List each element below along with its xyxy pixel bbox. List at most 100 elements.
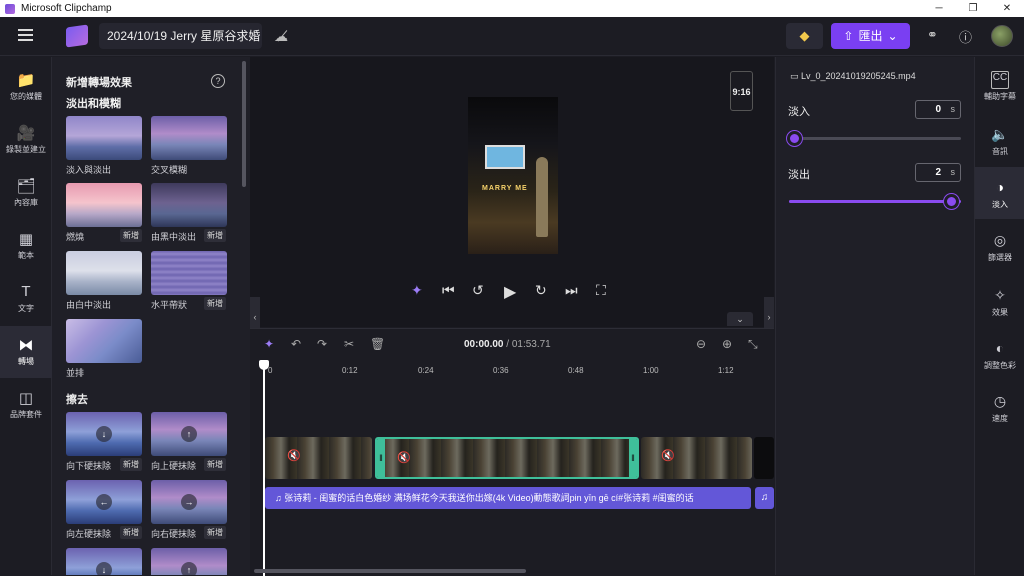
rail-item-templates[interactable]: ▦ 範本	[0, 220, 52, 272]
aspect-ratio-button[interactable]: 9:16	[730, 71, 753, 111]
rail-item-effects[interactable]: ✧ 效果	[975, 275, 1024, 327]
gem-icon: ◆	[799, 28, 810, 43]
panel-scrollbar[interactable]	[242, 61, 246, 187]
rail-label: 文字	[18, 304, 34, 313]
video-preview: ‹ › MARRY ME 9:16 ✦ ⏮ ↺ ▶ ↻ ⏭ ⛶ ⌄	[250, 57, 774, 337]
new-badge: 新增	[120, 526, 142, 539]
cloud-off-icon[interactable]: ☁̸	[274, 28, 288, 45]
rail-label: 內容庫	[14, 198, 38, 207]
rail-item-audio[interactable]: 🔈 音訊	[975, 114, 1024, 166]
filters-icon: ◎	[993, 232, 1007, 248]
zoom-in-icon[interactable]: ⊕	[722, 337, 732, 351]
panel-title: 新增轉場效果	[66, 77, 132, 89]
properties-panel: ▭ Lv_0_20241019205245.mp4 淡入 0 s 淡出 2 s	[775, 57, 974, 575]
transition-label: 淡入與淡出	[66, 165, 112, 175]
help-icon[interactable]: ⓘ	[959, 27, 972, 46]
rail-item-speed[interactable]: ◷ 速度	[975, 381, 1024, 433]
fullscreen-icon[interactable]: ⛶	[596, 282, 606, 299]
transition-tile[interactable]	[66, 251, 142, 295]
rail-label: 篩選器	[988, 253, 1012, 262]
transition-label: 向下硬抹除	[66, 461, 112, 471]
video-clip[interactable]: 🔇	[265, 437, 372, 479]
menu-icon[interactable]	[18, 29, 33, 41]
timeline-scrollbar[interactable]	[254, 569, 526, 573]
avatar[interactable]	[991, 25, 1013, 47]
zoom-out-icon[interactable]: ⊖	[696, 337, 706, 351]
time-ruler[interactable]: 0 0:12 0:24 0:36 0:48 1:00 1:12	[250, 362, 774, 378]
share-icon[interactable]: ⚭	[927, 27, 938, 43]
tick-label: 0:24	[418, 366, 434, 375]
delete-icon[interactable]: 🗑	[370, 337, 385, 351]
rail-item-color[interactable]: ◐ 調整色彩	[975, 328, 1024, 380]
rail-item-fade[interactable]: ◑ 淡入	[975, 167, 1024, 219]
transition-tile[interactable]: ↓	[66, 412, 142, 456]
forward-5-icon[interactable]: ↻	[535, 282, 547, 299]
templates-icon: ▦	[18, 231, 34, 248]
fade-out-slider[interactable]	[789, 194, 961, 209]
rail-item-captions[interactable]: CC 輔助字幕	[975, 59, 1024, 111]
project-title-input[interactable]: 2024/10/19 Jerry 星原谷求婚	[99, 23, 262, 49]
undo-icon[interactable]: ↶	[291, 337, 301, 351]
rail-label: 速度	[992, 414, 1008, 423]
help-icon[interactable]: ?	[211, 74, 225, 88]
transition-tile[interactable]	[151, 251, 227, 295]
trim-handle-right[interactable]: ‖	[629, 439, 637, 477]
video-clip[interactable]: 🔇	[641, 437, 752, 479]
app-icon	[5, 3, 15, 14]
transition-tile[interactable]: →	[151, 480, 227, 524]
video-screen-image	[485, 145, 525, 169]
audio-title: 张诗莉 - 闺蜜的话白色婚纱 满场鲜花今天我送你出嫁(4k Video)動態歌詞…	[284, 493, 694, 503]
rewind-5-icon[interactable]: ↺	[472, 282, 484, 299]
transition-tile[interactable]	[66, 319, 142, 363]
fade-in-input[interactable]: 0 s	[915, 100, 961, 119]
rail-item-record[interactable]: 🎥 錄製並建立	[0, 114, 52, 166]
app-header: 2024/10/19 Jerry 星原谷求婚 ☁̸ ◆ ⇧ 匯出 ⌄ ⚭ ⓘ	[0, 17, 1024, 56]
maximize-button[interactable]: ❐	[956, 3, 990, 14]
rail-item-text[interactable]: T 文字	[0, 273, 52, 325]
minimize-button[interactable]: ─	[922, 3, 956, 14]
cut-icon[interactable]: ✂	[344, 337, 354, 351]
video-clip-selected[interactable]: ‖ 🔇 ‖	[375, 437, 639, 479]
fade-out-slider-knob[interactable]	[944, 194, 959, 209]
fade-in-slider-knob[interactable]	[787, 131, 802, 146]
transition-tile[interactable]: ←	[66, 480, 142, 524]
skip-back-icon[interactable]: ⏮	[442, 282, 455, 299]
close-button[interactable]: ✕	[990, 3, 1024, 14]
rail-item-filters[interactable]: ◎ 篩選器	[975, 220, 1024, 272]
magic-camera-icon[interactable]: ✦	[411, 282, 423, 299]
trim-handle-left[interactable]: ‖	[377, 439, 385, 477]
timecode: 00:00.00 / 01:53.71	[464, 339, 551, 350]
skip-forward-icon[interactable]: ⏭	[565, 282, 578, 299]
fit-timeline-icon[interactable]: ⤡	[748, 337, 758, 352]
transition-tile[interactable]	[66, 116, 142, 160]
rail-item-your-media[interactable]: 📁 您的媒體	[0, 61, 52, 113]
transition-tile[interactable]: ↑	[151, 412, 227, 456]
magic-icon[interactable]: ✦	[264, 337, 274, 351]
audio-track[interactable]: ♫	[755, 487, 774, 509]
window-title: Microsoft Clipchamp	[21, 3, 112, 14]
transition-tile[interactable]	[151, 183, 227, 227]
transition-tile[interactable]	[151, 116, 227, 160]
video-clip[interactable]	[754, 437, 774, 479]
audio-track[interactable]: ♫ 张诗莉 - 闺蜜的话白色婚纱 满场鲜花今天我送你出嫁(4k Video)動態…	[265, 487, 751, 509]
rail-item-transitions[interactable]: ⧓ 轉場	[0, 326, 52, 378]
video-frame[interactable]: MARRY ME	[468, 97, 558, 254]
library-icon: 🗂	[16, 178, 36, 195]
chevron-down-icon[interactable]: ⌄	[727, 312, 753, 326]
fade-out-input[interactable]: 2 s	[915, 163, 961, 182]
transition-tile[interactable]: ↑	[151, 548, 227, 575]
rail-label: 品牌套件	[10, 410, 42, 419]
redo-icon[interactable]: ↷	[317, 337, 327, 351]
rail-item-library[interactable]: 🗂 內容庫	[0, 167, 52, 219]
tick-label: 0:12	[342, 366, 358, 375]
rail-label: 輔助字幕	[984, 92, 1016, 101]
fade-in-slider[interactable]	[787, 131, 961, 146]
play-icon[interactable]: ▶	[504, 282, 516, 302]
music-note-icon: ♫	[760, 492, 769, 503]
transition-tile[interactable]: ↓	[66, 548, 142, 575]
tick-label: 0:48	[568, 366, 584, 375]
export-button[interactable]: ⇧ 匯出 ⌄	[831, 23, 910, 49]
rail-item-brand-kit[interactable]: ◫ 品牌套件	[0, 379, 52, 431]
transition-tile[interactable]	[66, 183, 142, 227]
premium-gem-button[interactable]: ◆	[786, 23, 823, 49]
